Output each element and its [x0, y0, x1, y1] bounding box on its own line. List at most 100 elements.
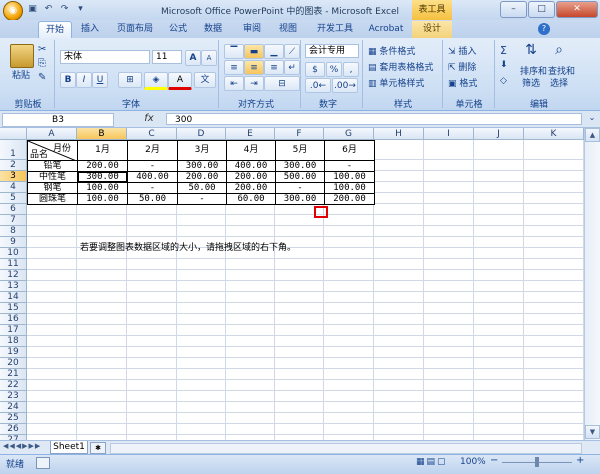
tab-view[interactable]: 视图	[273, 21, 303, 38]
column-header-e[interactable]: E	[226, 128, 275, 140]
currency-button[interactable]: $	[305, 62, 325, 77]
month-header-cell[interactable]: 2月	[127, 140, 178, 161]
sheet-nav-icon[interactable]: ◀◀◀▶▶▶	[3, 442, 41, 450]
insert-function-button[interactable]: fx	[138, 113, 160, 125]
clear-icon[interactable]: ◇	[500, 76, 507, 86]
row-header-11[interactable]: 11	[0, 259, 27, 270]
scroll-down-icon[interactable]: ▼	[585, 425, 600, 439]
column-header-c[interactable]: C	[127, 128, 177, 140]
row-header-4[interactable]: 4	[0, 182, 27, 193]
row-header-19[interactable]: 19	[0, 347, 27, 358]
row-header-3[interactable]: 3	[0, 171, 27, 182]
align-center-icon[interactable]: ≡	[244, 60, 264, 75]
minimize-button[interactable]: –	[500, 1, 527, 18]
data-cell[interactable]: -	[177, 193, 227, 205]
increase-indent-icon[interactable]: ⇥	[244, 76, 264, 91]
row-header-26[interactable]: 26	[0, 424, 27, 435]
redo-icon[interactable]: ↷	[58, 3, 71, 16]
percent-button[interactable]: %	[326, 62, 342, 77]
row-header-13[interactable]: 13	[0, 281, 27, 292]
format-as-table-button[interactable]: ▤ 套用表格格式	[368, 60, 433, 73]
undo-icon[interactable]: ↶	[42, 3, 55, 16]
tab-data[interactable]: 数据	[198, 21, 228, 38]
row-header-17[interactable]: 17	[0, 325, 27, 336]
phonetic-icon[interactable]: 文	[194, 72, 216, 88]
tab-review[interactable]: 审阅	[237, 21, 267, 38]
worksheet-grid[interactable]: ABCDEFGHIJK 1 2 3 4 5 6 7 8 9 10 11 12 13 14 15 16 17 18 1…	[0, 128, 584, 440]
expand-formula-icon[interactable]: ⌄	[586, 113, 598, 125]
align-right-icon[interactable]: ≡	[264, 60, 284, 75]
month-header-cell[interactable]: 6月	[324, 140, 375, 161]
zoom-slider-thumb[interactable]	[535, 457, 539, 467]
row-header-23[interactable]: 23	[0, 391, 27, 402]
merge-center-icon[interactable]: ⊟	[264, 76, 300, 91]
cut-icon[interactable]: ✂	[38, 44, 46, 55]
save-icon[interactable]: ▣	[26, 3, 39, 16]
font-size-combo[interactable]: 11	[152, 50, 182, 64]
close-button[interactable]: ✕	[556, 1, 598, 18]
data-cell[interactable]: 100.00	[77, 193, 128, 205]
align-middle-icon[interactable]: ▬	[244, 44, 264, 59]
column-header-b[interactable]: B	[77, 128, 127, 140]
column-header-f[interactable]: F	[275, 128, 324, 140]
name-box[interactable]: B3	[2, 113, 114, 127]
tab-insert[interactable]: 插入	[75, 21, 105, 38]
macro-record-icon[interactable]	[36, 457, 50, 469]
month-header-cell[interactable]: 5月	[275, 140, 325, 161]
table-header-corner-cell[interactable]: 月份 品名	[27, 140, 79, 162]
zoom-out-button[interactable]: −	[490, 455, 498, 466]
wrap-text-icon[interactable]: ↵	[284, 60, 300, 75]
maximize-button[interactable]: □	[528, 1, 555, 18]
row-header-24[interactable]: 24	[0, 402, 27, 413]
row-header-7[interactable]: 7	[0, 215, 27, 226]
row-header-2[interactable]: 2	[0, 160, 27, 171]
select-all-corner[interactable]	[0, 128, 27, 140]
row-header-15[interactable]: 15	[0, 303, 27, 314]
paste-button[interactable]: 粘贴	[12, 68, 30, 81]
row-header-16[interactable]: 16	[0, 314, 27, 325]
row-header-21[interactable]: 21	[0, 369, 27, 380]
row-header-10[interactable]: 10	[0, 248, 27, 259]
row-header-12[interactable]: 12	[0, 270, 27, 281]
grow-font-button[interactable]: A	[185, 50, 201, 66]
formula-input[interactable]: 300	[166, 113, 582, 125]
month-header-cell[interactable]: 3月	[177, 140, 227, 161]
decrease-indent-icon[interactable]: ⇤	[224, 76, 244, 91]
data-cell[interactable]: 60.00	[226, 193, 276, 205]
font-color-icon[interactable]: A	[168, 72, 192, 90]
view-buttons-icon[interactable]: ▦▤▢	[416, 457, 448, 467]
align-top-icon[interactable]: ▔	[224, 44, 244, 59]
column-header-d[interactable]: D	[177, 128, 226, 140]
month-header-cell[interactable]: 1月	[77, 140, 128, 161]
orientation-icon[interactable]: ⟋	[284, 44, 300, 59]
row-header-8[interactable]: 8	[0, 226, 27, 237]
italic-button[interactable]: I	[76, 72, 92, 88]
product-name-cell[interactable]: 圆珠笔	[27, 193, 78, 205]
row-header-6[interactable]: 6	[0, 204, 27, 215]
insert-cells-button[interactable]: ⇲ 插入	[448, 44, 476, 57]
tab-page-layout[interactable]: 页面布局	[110, 21, 160, 38]
tab-home[interactable]: 开始	[38, 21, 72, 39]
row-header-14[interactable]: 14	[0, 292, 27, 303]
row-header-5[interactable]: 5	[0, 193, 27, 204]
column-header-j[interactable]: J	[474, 128, 524, 140]
zoom-in-button[interactable]: +	[576, 455, 584, 466]
cell-styles-button[interactable]: ▥ 单元格样式	[368, 76, 424, 89]
decrease-decimal-icon[interactable]: .00→	[332, 78, 358, 93]
underline-button[interactable]: U	[92, 72, 108, 88]
help-icon[interactable]: ?	[538, 23, 550, 35]
horizontal-scrollbar[interactable]	[110, 443, 582, 454]
customize-qat-icon[interactable]: ▾	[74, 3, 87, 16]
column-header-k[interactable]: K	[524, 128, 584, 140]
data-cell[interactable]: 200.00	[324, 193, 375, 205]
column-header-a[interactable]: A	[27, 128, 77, 140]
row-header-18[interactable]: 18	[0, 336, 27, 347]
bold-button[interactable]: B	[60, 72, 76, 88]
delete-cells-button[interactable]: ⇱ 删除	[448, 60, 476, 73]
tab-design[interactable]: 设计	[412, 21, 452, 38]
align-left-icon[interactable]: ≡	[224, 60, 244, 75]
row-header-9[interactable]: 9	[0, 237, 27, 248]
zoom-level[interactable]: 100%	[460, 457, 486, 467]
month-header-cell[interactable]: 4月	[226, 140, 276, 161]
office-button[interactable]: ◉	[3, 1, 23, 21]
